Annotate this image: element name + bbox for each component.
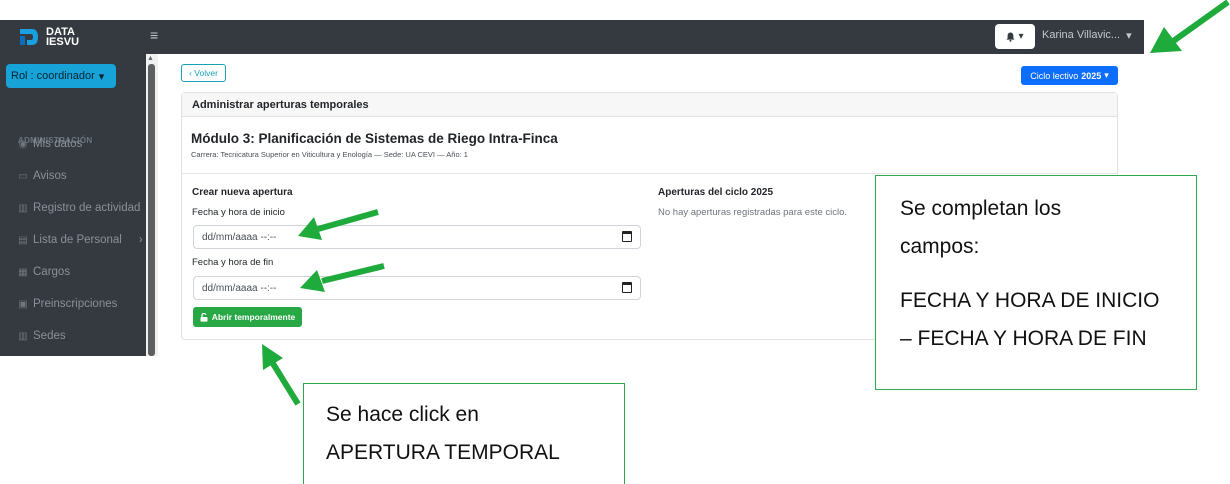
chevron-down-icon: ▾ — [1018, 31, 1024, 42]
sidebar: Rol : coordinador ▾ ADMINISTRACIÓN ◉ Mis… — [0, 54, 146, 356]
sidebar-item-label: Lista de Personal — [33, 234, 122, 246]
brand-name: DATA IESVU — [46, 27, 80, 48]
back-button[interactable]: ‹ Volver — [181, 64, 226, 82]
annotation-line: FECHA Y HORA DE INICIO — [900, 289, 1160, 312]
scroll-up-arrow-icon[interactable]: ▲ — [147, 55, 154, 62]
annotation-click-button: Se hace click en APERTURA TEMPORAL — [303, 383, 625, 484]
brand-logo[interactable]: DATA IESVU — [18, 24, 128, 50]
arrow-to-open-button-icon — [262, 344, 301, 406]
user-circle-icon: ◉ — [18, 138, 28, 150]
brand-line-2: IESVU — [46, 36, 80, 48]
module-title: Módulo 3: Planificación de Sistemas de R… — [191, 131, 558, 146]
arrow-to-user-menu-icon — [1150, 0, 1230, 53]
aperturas-list-title: Aperturas del ciclo 2025 — [658, 187, 774, 198]
sidebar-scrollbar-thumb[interactable] — [148, 64, 155, 356]
annotation-line: Se completan los — [900, 197, 1062, 220]
annotation-line: Se hace click en — [326, 403, 479, 426]
ciclo-lectivo-dropdown[interactable]: Ciclo lectivo 2025 ▾ — [1021, 66, 1118, 85]
user-menu[interactable]: Karina Villavic... ▾ — [1042, 29, 1132, 42]
annotation-line: campos: — [900, 235, 980, 258]
bell-icon — [1006, 32, 1015, 42]
sidebar-item-registro-actividad[interactable]: ▥ Registro de actividad — [18, 202, 140, 214]
user-name: Karina Villavic... — [1042, 29, 1121, 41]
annotation-line: – FECHA Y HORA DE FIN — [900, 327, 1147, 350]
unlock-icon — [200, 312, 208, 322]
chevron-down-icon: ▾ — [98, 70, 105, 83]
calendar-icon[interactable] — [622, 231, 632, 242]
top-navbar: DATA IESVU ≡ ▾ Karina Villavic... ▾ — [0, 20, 1144, 54]
menu-toggle-icon[interactable]: ≡ — [150, 27, 158, 43]
list-icon: ▤ — [18, 234, 28, 246]
open-temporarily-label: Abrir temporalmente — [211, 312, 296, 322]
end-datetime-input[interactable]: dd/mm/aaaa --:-- — [193, 276, 641, 300]
start-datetime-label: Fecha y hora de inicio — [192, 207, 285, 218]
role-label: Rol : coordinador — [11, 70, 95, 82]
sidebar-item-label: Preinscripciones — [33, 298, 118, 310]
sidebar-item-label: Sedes — [33, 330, 66, 342]
annotation-fill-fields: Se completan los campos: FECHA Y HORA DE… — [875, 175, 1197, 390]
sidebar-item-label: Registro de actividad — [33, 202, 141, 214]
module-subtitle: Carrera: Tecnicatura Superior en Viticul… — [191, 150, 468, 159]
start-datetime-value: dd/mm/aaaa --:-- — [202, 231, 277, 243]
sidebar-item-avisos[interactable]: ▭ Avisos — [18, 170, 67, 182]
id-card-icon: ▦ — [18, 266, 28, 278]
sidebar-item-label: Cargos — [33, 266, 71, 278]
end-datetime-value: dd/mm/aaaa --:-- — [202, 282, 277, 294]
form-section-title: Crear nueva apertura — [192, 187, 293, 198]
sidebar-item-lista-personal[interactable]: ▤ Lista de Personal › — [18, 234, 143, 246]
sidebar-item-preinscripciones[interactable]: ▣ Preinscripciones — [18, 298, 117, 310]
sidebar-item-label: Avisos — [33, 170, 67, 182]
notifications-button[interactable]: ▾ — [995, 24, 1035, 49]
chevron-down-icon: ▾ — [1126, 30, 1132, 42]
card-header: Administrar aperturas temporales — [182, 93, 1117, 117]
sidebar-item-sedes[interactable]: ▥ Sedes — [18, 330, 66, 342]
sidebar-item-mis-datos[interactable]: ◉ Mis datos — [18, 138, 83, 150]
chevron-right-icon: › — [138, 234, 143, 246]
open-temporarily-button[interactable]: Abrir temporalmente — [193, 307, 302, 327]
calendar-icon[interactable] — [622, 282, 632, 293]
start-datetime-input[interactable]: dd/mm/aaaa --:-- — [193, 225, 641, 249]
ciclo-year: 2025 — [1081, 70, 1102, 81]
aperturas-empty-message: No hay aperturas registradas para este c… — [658, 207, 848, 218]
role-dropdown-button[interactable]: Rol : coordinador ▾ — [6, 64, 116, 88]
logo-mark-icon — [20, 29, 38, 45]
annotation-line: APERTURA TEMPORAL — [326, 441, 560, 464]
screen: DATA IESVU ≡ ▾ Karina Villavic... ▾ Rol … — [0, 0, 1230, 484]
chevron-down-icon: ▾ — [1104, 70, 1109, 80]
end-datetime-label: Fecha y hora de fin — [192, 257, 274, 268]
ciclo-prefix: Ciclo lectivo — [1030, 70, 1079, 81]
form-icon: ▣ — [18, 298, 28, 310]
chart-icon: ▥ — [18, 202, 28, 214]
comment-icon: ▭ — [18, 170, 28, 182]
sidebar-item-label: Mis datos — [33, 138, 83, 150]
divider — [182, 173, 1117, 174]
building-icon: ▥ — [18, 330, 28, 342]
sidebar-item-cargos[interactable]: ▦ Cargos — [18, 266, 70, 278]
